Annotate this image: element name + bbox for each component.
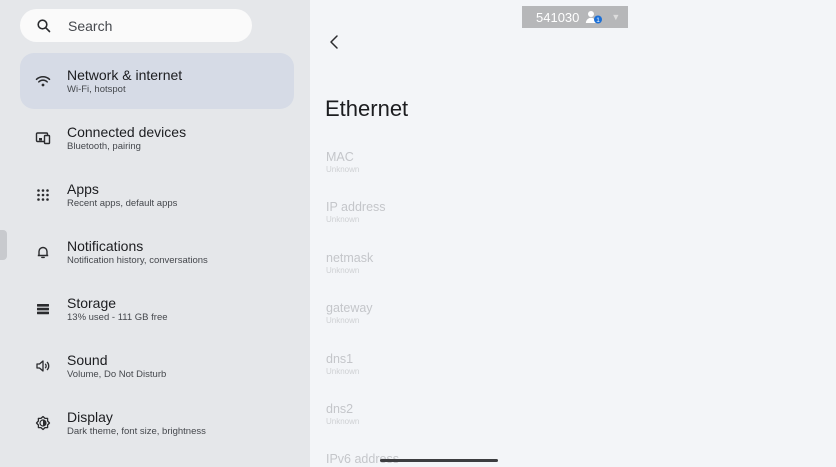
sidebar-item-label: Apps [67, 180, 99, 197]
sidebar-item-summary: 13% used - 111 GB free [67, 311, 168, 323]
field-gateway: gateway Unknown [326, 301, 373, 326]
sidebar-item-summary: Bluetooth, pairing [67, 140, 141, 152]
sidebar-item-storage[interactable]: Storage 13% used - 111 GB free [20, 281, 294, 337]
sidebar-item-label: Display [67, 408, 113, 425]
search-placeholder: Search [68, 17, 113, 34]
user-badge-count: 1 [597, 17, 601, 24]
connected-devices-icon [35, 130, 51, 146]
field-dns2: dns2 Unknown [326, 402, 359, 427]
sidebar-item-summary: Recent apps, default apps [67, 197, 178, 209]
field-value: Unknown [326, 316, 360, 325]
sidebar-item-apps[interactable]: Apps Recent apps, default apps [20, 167, 294, 223]
sidebar-item-label: Storage [67, 294, 117, 311]
status-chip[interactable]: 541030 1 ▼ [522, 6, 628, 28]
gesture-nav-bar[interactable] [380, 459, 498, 462]
page-title: Ethernet [325, 96, 409, 121]
sidebar-item-connected-devices[interactable]: Connected devices Bluetooth, pairing [20, 110, 294, 166]
search-bar[interactable]: Search [20, 9, 252, 42]
field-value: Unknown [326, 165, 360, 174]
field-value: Unknown [326, 367, 360, 376]
pane-resize-handle[interactable] [0, 230, 7, 260]
chevron-down-icon: ▼ [611, 12, 621, 22]
speaker-icon [35, 358, 51, 374]
sidebar-item-notifications[interactable]: Notifications Notification history, conv… [20, 224, 294, 280]
field-mac: MAC Unknown [326, 150, 359, 175]
field-value: Unknown [326, 417, 360, 426]
field-label: MAC [326, 150, 354, 164]
field-label: gateway [326, 301, 373, 315]
sidebar-item-label: Connected devices [67, 123, 187, 140]
field-netmask: netmask Unknown [326, 251, 373, 276]
apps-grid-icon [35, 187, 51, 203]
sidebar-item-label: Notifications [67, 237, 144, 254]
field-label: dns2 [326, 402, 354, 416]
sidebar-item-summary: Wi-Fi, hotspot [67, 83, 126, 95]
sidebar-item-summary: Dark theme, font size, brightness [67, 425, 206, 437]
search-icon [37, 18, 51, 32]
field-label: dns1 [326, 352, 354, 366]
sidebar-item-summary: Notification history, conversations [67, 254, 208, 266]
user-badge-icon: 1 [586, 11, 603, 24]
back-arrow-icon[interactable] [326, 32, 344, 52]
sidebar-item-display[interactable]: Display Dark theme, font size, brightnes… [20, 395, 294, 451]
sidebar-item-network-internet[interactable]: Network & internet Wi-Fi, hotspot [20, 53, 294, 109]
field-dns1: dns1 Unknown [326, 352, 359, 377]
sidebar-item-label: Network & internet [67, 66, 183, 83]
field-value: Unknown [326, 215, 360, 224]
settings-sidebar: Search Network & internet Wi-Fi, hotspot… [0, 0, 310, 467]
field-value: Unknown [326, 266, 360, 275]
wifi-icon [35, 73, 51, 89]
bell-icon [35, 244, 51, 260]
storage-icon [35, 301, 51, 317]
field-ip-address: IP address Unknown [326, 200, 386, 225]
status-code: 541030 [536, 9, 580, 25]
display-brightness-icon [35, 415, 51, 431]
field-label: IP address [326, 200, 386, 214]
sidebar-item-sound[interactable]: Sound Volume, Do Not Disturb [20, 338, 294, 394]
sidebar-item-label: Sound [67, 351, 108, 368]
field-label: netmask [326, 251, 374, 265]
sidebar-item-summary: Volume, Do Not Disturb [67, 368, 167, 380]
